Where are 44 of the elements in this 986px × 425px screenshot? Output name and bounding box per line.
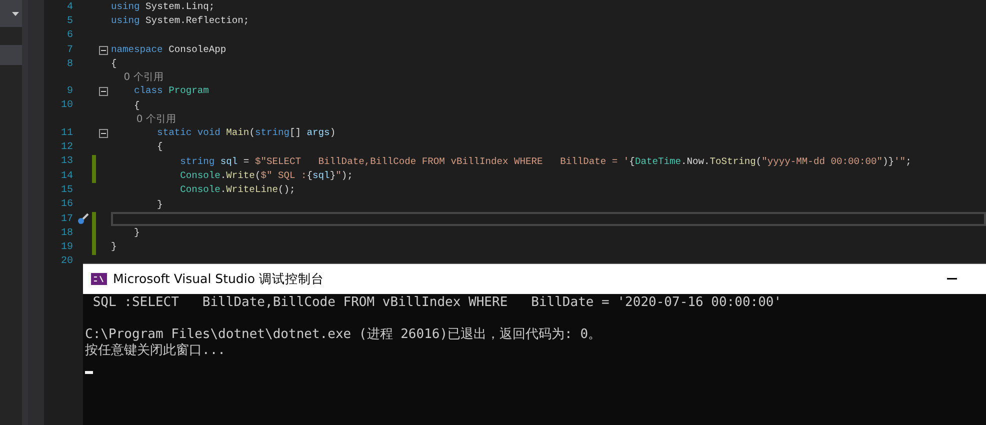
code-line: }: [156, 198, 163, 210]
reference-count[interactable]: 0 个引用: [111, 71, 986, 84]
line-number: 9: [66, 86, 73, 98]
line-number: 7: [66, 44, 73, 56]
collapse-icon[interactable]: [99, 87, 108, 96]
code-line: }: [133, 227, 140, 238]
line-number: 13: [60, 156, 73, 168]
collapse-icon[interactable]: [99, 128, 108, 138]
console-icon: [91, 273, 107, 285]
code-line: using System.Linq;: [111, 1, 215, 12]
line-number: 18: [60, 228, 73, 239]
reference-count[interactable]: 0 个引用: [111, 113, 986, 126]
code-line: Console.WriteLine();: [179, 184, 296, 196]
line-number: 17: [60, 214, 73, 224]
code-line: class Program: [133, 85, 209, 96]
code-line: string sql = $"SELECT BillDate,BillCode FROM vBillIndex WHERE BillDate = '{DateTime.Now.ToString("yyyy-MM-dd 00:00:00")}'";: [179, 156, 912, 167]
window-title: Microsoft Visual Studio 调试控制台: [113, 270, 324, 288]
console-output: C:\Program Files\dotnet\dotnet.exe (进程 26016)已退出，返回代码为: 0。: [85, 327, 602, 343]
line-number: 4: [66, 2, 73, 13]
caret-icon[interactable]: [12, 12, 19, 16]
code-line: {: [133, 100, 140, 111]
line-number: 14: [60, 170, 73, 182]
brush-icon[interactable]: [76, 213, 88, 225]
line-number: 16: [60, 199, 73, 210]
line-number: 20: [60, 256, 73, 268]
line-number: 10: [60, 100, 73, 112]
line-number: 19: [60, 242, 73, 254]
line-number: 8: [66, 58, 73, 70]
line-number: 6: [66, 30, 73, 42]
code-line: static void Main(string[] args): [156, 127, 336, 138]
line-number: 11: [60, 128, 73, 139]
code-line: }: [111, 241, 117, 252]
line-number: 15: [60, 184, 73, 196]
code-line: namespace ConsoleApp: [111, 44, 226, 55]
minimize-icon: [947, 278, 957, 280]
code-line: using System.Reflection;: [111, 15, 250, 26]
line-number: 12: [60, 142, 73, 154]
console-output: SQL :SELECT BillDate,BillCode FROM vBillIndex WHERE BillDate = '2020-07-16 00:00:00': [92, 295, 782, 311]
console-output: 按任意键关闭此窗口...: [85, 343, 226, 359]
collapse-icon[interactable]: [99, 46, 108, 55]
code-line: {: [111, 58, 117, 70]
code-line: Console.Write($" SQL :{sql}");: [179, 170, 353, 181]
code-line: {: [156, 141, 163, 152]
line-number: 5: [66, 16, 73, 27]
